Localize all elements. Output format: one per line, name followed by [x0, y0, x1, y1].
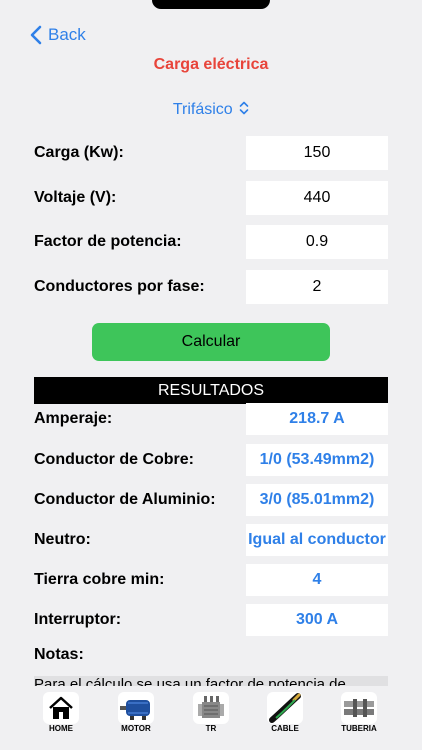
motor-icon [118, 692, 154, 724]
tab-pipe-label: TUBERIA [341, 724, 377, 733]
conductor-aluminio-value: 3/0 (85.01mm2) [246, 484, 388, 516]
tab-cable[interactable]: CABLE [264, 692, 306, 736]
phase-selector[interactable]: Trifásico [0, 101, 422, 119]
chevron-up-down-icon [239, 101, 249, 115]
tab-cable-label: CABLE [271, 724, 299, 733]
amperaje-value: 218.7 A [246, 403, 388, 435]
tierra-value: 4 [246, 564, 388, 596]
phase-selector-value: Trifásico [172, 101, 233, 118]
pipe-icon [341, 692, 377, 724]
conductor-aluminio-label: Conductor de Aluminio: [34, 491, 216, 508]
conductores-fase-label: Conductores por fase: [34, 278, 205, 295]
voltaje-label: Voltaje (V): [34, 189, 117, 206]
transformer-icon [193, 692, 229, 724]
tierra-label: Tierra cobre min: [34, 571, 165, 588]
back-button[interactable]: Back [30, 24, 86, 46]
chevron-left-icon [30, 25, 42, 45]
tab-motor-label: MOTOR [121, 724, 151, 733]
interruptor-label: Interruptor: [34, 611, 122, 628]
cable-icon [267, 692, 303, 724]
tab-home-label: HOME [49, 724, 73, 733]
neutro-label: Neutro: [34, 531, 91, 548]
back-label: Back [48, 25, 86, 44]
conductor-cobre-label: Conductor de Cobre: [34, 451, 194, 468]
home-icon [43, 692, 79, 724]
interruptor-value: 300 A [246, 604, 388, 636]
tab-transformer[interactable]: TR [190, 692, 232, 736]
notes-text: Para el cálculo se usa un factor de pote… [34, 676, 388, 686]
conductor-cobre-value: 1/0 (53.49mm2) [246, 444, 388, 476]
notes-label: Notas: [34, 646, 84, 663]
amperaje-label: Amperaje: [34, 410, 113, 427]
conductores-fase-input[interactable] [246, 270, 388, 304]
results-header: RESULTADOS [34, 377, 388, 404]
tab-bar: HOME MOTOR TR CABLE TUBERIA [0, 686, 422, 750]
tab-pipe[interactable]: TUBERIA [338, 692, 380, 736]
voltaje-input[interactable] [246, 181, 388, 215]
tab-transformer-label: TR [205, 724, 217, 733]
device-notch [152, 0, 270, 9]
tab-home[interactable]: HOME [40, 692, 82, 736]
page-title: Carga eléctrica [153, 56, 269, 73]
neutro-value: Igual al conductor [246, 524, 388, 556]
factor-potencia-label: Factor de potencia: [34, 233, 182, 250]
carga-input[interactable] [246, 136, 388, 170]
tab-motor[interactable]: MOTOR [115, 692, 157, 736]
factor-potencia-input[interactable] [246, 225, 388, 259]
calculate-button[interactable]: Calcular [92, 323, 330, 361]
carga-label: Carga (Kw): [34, 144, 124, 161]
